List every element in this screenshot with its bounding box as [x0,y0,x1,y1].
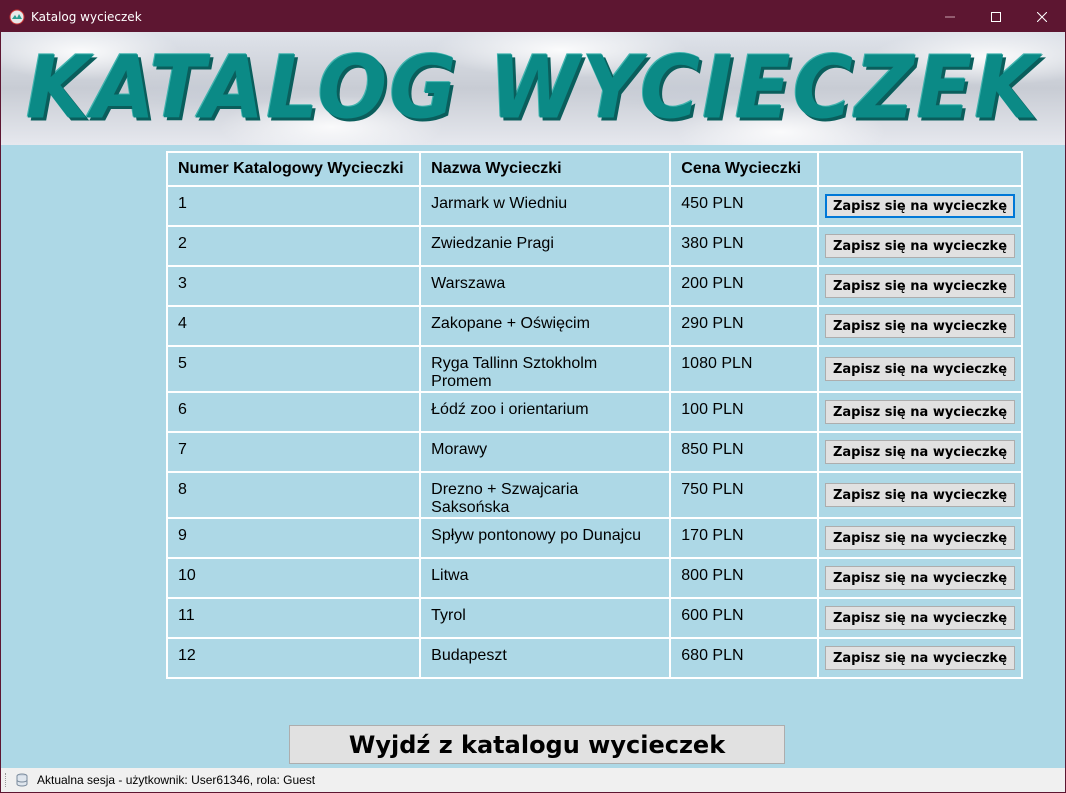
cell-name: Litwa [420,558,671,598]
cell-name: Jarmark w Wiedniu [420,186,671,226]
table-row: 7 Morawy 850 PLN Zapisz się na wycieczkę [167,432,1022,472]
header-action [817,152,1022,186]
cell-action: Zapisz się na wycieczkę [817,226,1022,266]
database-icon [15,773,29,787]
cell-number: 8 [167,472,421,518]
cell-price: 170 PLN [670,518,818,558]
header-trip-price: Cena Wycieczki [670,152,818,186]
cell-number: 9 [167,518,421,558]
cell-action: Zapisz się na wycieczkę [817,638,1022,678]
status-bar: Aktualna sesja - użytkownik: User61346, … [1,768,1065,792]
table-row: 11 Tyrol 600 PLN Zapisz się na wycieczkę [167,598,1022,638]
signup-button[interactable]: Zapisz się na wycieczkę [824,606,1015,630]
cell-price: 850 PLN [670,432,818,472]
status-text: Aktualna sesja - użytkownik: User61346, … [37,773,316,787]
cell-action: Zapisz się na wycieczkę [817,518,1022,558]
exit-catalog-button[interactable]: Wyjdź z katalogu wycieczek [289,725,785,764]
table-row: 5 Ryga Tallinn Sztokholm Promem 1080 PLN… [167,346,1022,392]
cell-action: Zapisz się na wycieczkę [817,346,1022,392]
cell-number: 5 [167,346,421,392]
app-window: Katalog wycieczek KATALOG WYCIECZEK Nume… [0,0,1066,793]
cell-number: 11 [167,598,421,638]
signup-button[interactable]: Zapisz się na wycieczkę [824,646,1015,670]
banner-title: KATALOG WYCIECZEK [26,38,1040,139]
cell-name: Ryga Tallinn Sztokholm Promem [420,346,671,392]
cell-name: Tyrol [420,598,671,638]
cell-action: Zapisz się na wycieczkę [817,558,1022,598]
cell-price: 800 PLN [670,558,818,598]
cell-price: 450 PLN [670,186,818,226]
cell-price: 1080 PLN [670,346,818,392]
cell-number: 7 [167,432,421,472]
cell-price: 290 PLN [670,306,818,346]
cell-price: 200 PLN [670,266,818,306]
cell-price: 750 PLN [670,472,818,518]
cell-action: Zapisz się na wycieczkę [817,392,1022,432]
cell-number: 3 [167,266,421,306]
cell-name: Drezno + Szwajcaria Saksońska [420,472,671,518]
cell-name: Warszawa [420,266,671,306]
cell-number: 4 [167,306,421,346]
signup-button[interactable]: Zapisz się na wycieczkę [824,483,1015,507]
cell-number: 12 [167,638,421,678]
minimize-icon [945,16,955,17]
table-row: 12 Budapeszt 680 PLN Zapisz się na wycie… [167,638,1022,678]
maximize-button[interactable] [973,1,1019,32]
app-icon [9,9,25,25]
cell-price: 600 PLN [670,598,818,638]
signup-button[interactable]: Zapisz się na wycieczkę [824,274,1015,298]
close-button[interactable] [1019,1,1065,32]
cell-number: 10 [167,558,421,598]
cell-price: 680 PLN [670,638,818,678]
table-row: 10 Litwa 800 PLN Zapisz się na wycieczkę [167,558,1022,598]
table-row: 8 Drezno + Szwajcaria Saksońska 750 PLN … [167,472,1022,518]
table-row: 4 Zakopane + Oświęcim 290 PLN Zapisz się… [167,306,1022,346]
cell-action: Zapisz się na wycieczkę [817,432,1022,472]
status-grip [5,773,9,787]
trips-table: Numer Katalogowy Wycieczki Nazwa Wyciecz… [166,151,1023,679]
cell-name: Łódź zoo i orientarium [420,392,671,432]
signup-button[interactable]: Zapisz się na wycieczkę [824,357,1015,381]
table-row: 3 Warszawa 200 PLN Zapisz się na wyciecz… [167,266,1022,306]
cell-name: Budapeszt [420,638,671,678]
signup-button[interactable]: Zapisz się na wycieczkę [824,234,1015,258]
cell-number: 2 [167,226,421,266]
cell-action: Zapisz się na wycieczkę [817,186,1022,226]
header-catalog-number: Numer Katalogowy Wycieczki [167,152,421,186]
cell-name: Morawy [420,432,671,472]
maximize-icon [991,11,1001,22]
cell-action: Zapisz się na wycieczkę [817,306,1022,346]
cell-name: Zwiedzanie Pragi [420,226,671,266]
signup-button[interactable]: Zapisz się na wycieczkę [824,400,1015,424]
cell-price: 100 PLN [670,392,818,432]
signup-button[interactable]: Zapisz się na wycieczkę [824,526,1015,550]
table-row: 2 Zwiedzanie Pragi 380 PLN Zapisz się na… [167,226,1022,266]
signup-button[interactable]: Zapisz się na wycieczkę [824,566,1015,590]
cell-price: 380 PLN [670,226,818,266]
table-row: 1 Jarmark w Wiedniu 450 PLN Zapisz się n… [167,186,1022,226]
title-bar[interactable]: Katalog wycieczek [1,1,1065,32]
table-header-row: Numer Katalogowy Wycieczki Nazwa Wyciecz… [167,152,1022,186]
signup-button[interactable]: Zapisz się na wycieczkę [824,440,1015,464]
signup-button[interactable]: Zapisz się na wycieczkę [824,314,1015,338]
cell-action: Zapisz się na wycieczkę [817,598,1022,638]
minimize-button[interactable] [927,1,973,32]
table-row: 9 Spływ pontonowy po Dunajcu 170 PLN Zap… [167,518,1022,558]
cell-number: 1 [167,186,421,226]
cell-name: Spływ pontonowy po Dunajcu [420,518,671,558]
close-icon [1037,11,1047,22]
table-row: 6 Łódź zoo i orientarium 100 PLN Zapisz … [167,392,1022,432]
cell-name: Zakopane + Oświęcim [420,306,671,346]
cell-action: Zapisz się na wycieczkę [817,472,1022,518]
window-title: Katalog wycieczek [31,9,142,24]
header-banner: KATALOG WYCIECZEK [1,32,1065,145]
cell-action: Zapisz się na wycieczkę [817,266,1022,306]
signup-button[interactable]: Zapisz się na wycieczkę [824,194,1015,218]
header-trip-name: Nazwa Wycieczki [420,152,671,186]
cell-number: 6 [167,392,421,432]
